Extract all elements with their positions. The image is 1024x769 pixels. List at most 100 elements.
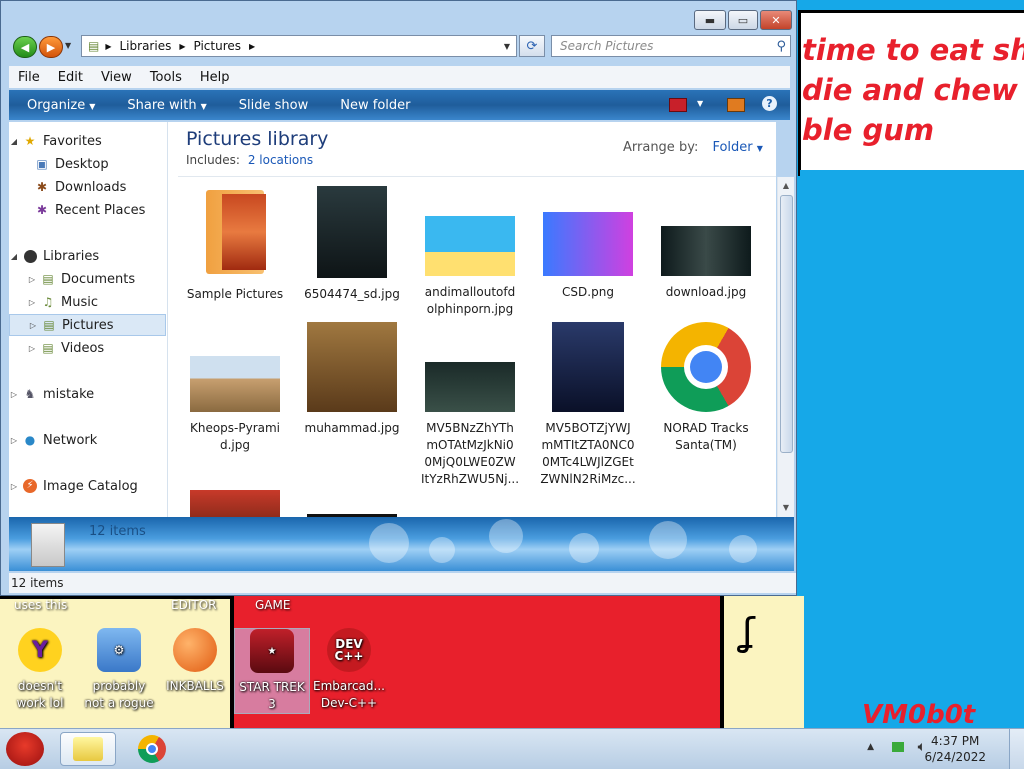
desktop-icon: ▣ (36, 157, 48, 171)
maximize-button[interactable]: ▭ (728, 10, 758, 30)
file-tile[interactable]: CSD.png (529, 186, 647, 301)
image-thumbnail (661, 226, 751, 276)
menu-edit[interactable]: Edit (49, 70, 92, 85)
nav-recent-places[interactable]: ✱ Recent Places (9, 199, 166, 221)
chevron-right-icon[interactable]: ▶ (249, 42, 255, 51)
address-dropdown-icon[interactable]: ▼ (504, 42, 510, 51)
slide-show-button[interactable]: Slide show (221, 98, 322, 113)
start-button[interactable] (2, 730, 52, 768)
show-desktop-button[interactable] (1009, 729, 1024, 769)
nav-network[interactable]: ▷ ● Network (9, 429, 166, 451)
taskbar-chrome[interactable] (124, 732, 180, 766)
change-view-icon[interactable] (669, 98, 687, 112)
includes-label: Includes: (186, 153, 240, 167)
expand-arrow-icon[interactable]: ▷ (27, 344, 37, 353)
address-bar[interactable]: ▤ ▶ Libraries ▶ Pictures ▶ ▼ (81, 35, 517, 57)
file-tile[interactable] (176, 490, 294, 517)
breadcrumb-libraries[interactable]: Libraries (120, 39, 172, 53)
share-with-button[interactable]: Share with ▼ (109, 98, 220, 113)
help-icon[interactable]: ? (762, 96, 777, 111)
search-icon[interactable]: ⚲ (776, 37, 786, 57)
scroll-up-icon[interactable]: ▲ (779, 179, 793, 193)
close-button[interactable]: ✕ (760, 10, 792, 30)
expand-arrow-icon[interactable]: ▷ (28, 321, 38, 330)
arrange-dropdown[interactable]: Folder ▼ (712, 140, 762, 155)
search-input[interactable]: Search Pictures ⚲ (551, 35, 791, 57)
title-bar[interactable]: ▬ ▭ ✕ (1, 1, 796, 31)
expand-arrow-icon[interactable]: ▷ (27, 298, 37, 307)
preview-pane-icon[interactable] (727, 98, 745, 112)
menu-view[interactable]: View (92, 70, 141, 85)
nav-pictures[interactable]: ▷ ▤ Pictures (9, 314, 166, 336)
navigation-pane: ◢ ★ Favorites ▣ Desktop ✱ Downloads ✱ Re… (9, 122, 168, 517)
file-tile[interactable]: Sample Pictures (176, 186, 294, 303)
expand-arrow-icon[interactable]: ▷ (9, 390, 19, 399)
desktop-icon-label: Embarcad... Dev-C++ (313, 679, 385, 710)
vertical-scrollbar[interactable]: ▲ ▼ (777, 177, 794, 517)
file-name: andimalloutofd olphinporn.jpg (424, 285, 516, 316)
expand-arrow-icon[interactable]: ▷ (9, 482, 19, 491)
file-tile[interactable]: download.jpg (647, 186, 765, 301)
desktop-icon-inkball[interactable]: INKBALLS (158, 628, 232, 695)
desktop-icon-star-trek[interactable]: ★ STAR TREK 3 (234, 628, 310, 714)
expand-arrow-icon[interactable]: ▷ (27, 275, 37, 284)
recent-pages-icon[interactable]: ▼ (65, 41, 71, 50)
nav-favorites-label: Favorites (43, 133, 102, 149)
desktop-label-partial: GAME (255, 598, 291, 612)
menu-file[interactable]: File (9, 70, 49, 85)
nav-favorites[interactable]: ◢ ★ Favorites (9, 130, 166, 152)
library-details-icon (31, 523, 65, 567)
wallpaper-signature: VM0b0t (862, 700, 976, 730)
clock[interactable]: 4:37 PM 6/24/2022 (924, 733, 986, 765)
file-tile[interactable]: MV5BNzZhYTh mOTAtMzJkNi0 0MjQ0LWE0ZW ItY… (411, 322, 529, 488)
file-tile[interactable]: NORAD Tracks Santa(TM) (647, 322, 765, 454)
nav-documents[interactable]: ▷ ▤ Documents (9, 268, 166, 290)
nav-music[interactable]: ▷ ♫ Music (9, 291, 166, 313)
desktop-icon-devcpp[interactable]: DEV C++ Embarcad... Dev-C++ (312, 628, 386, 712)
organize-button[interactable]: Organize ▼ (9, 98, 109, 113)
chevron-down-icon: ▼ (200, 101, 207, 111)
taskbar-explorer[interactable] (60, 732, 116, 766)
network-tray-icon[interactable] (892, 742, 904, 752)
menu-tools[interactable]: Tools (141, 70, 191, 85)
expand-arrow-icon[interactable]: ▷ (9, 436, 19, 445)
nav-downloads[interactable]: ✱ Downloads (9, 176, 166, 198)
expand-arrow-icon[interactable]: ◢ (9, 137, 19, 146)
nav-desktop[interactable]: ▣ Desktop (9, 153, 166, 175)
file-name: download.jpg (665, 285, 747, 299)
back-button[interactable]: ◀ (13, 36, 37, 58)
scroll-down-icon[interactable]: ▼ (779, 501, 793, 515)
forward-button[interactable]: ▶ (39, 36, 63, 58)
desktop-icon-yahoo[interactable]: Y doesn't work lol (3, 628, 77, 712)
file-tile[interactable]: Kheops-Pyrami d.jpg (176, 322, 294, 454)
chrome-icon (661, 322, 751, 412)
image-thumbnail (317, 186, 387, 278)
chevron-down-icon[interactable]: ▼ (697, 99, 703, 108)
speech-text: time to eat shit die and chew ble gum (802, 33, 1024, 147)
image-thumbnail (552, 322, 624, 412)
new-folder-button[interactable]: New folder (322, 98, 424, 113)
nav-mistake[interactable]: ▷ ♞ mistake (9, 383, 166, 405)
breadcrumb-pictures[interactable]: Pictures (193, 39, 241, 53)
file-tile[interactable]: 6504474_sd.jpg (293, 186, 411, 303)
show-hidden-icons-icon[interactable]: ▲ (867, 742, 874, 752)
nav-image-catalog[interactable]: ▷ ⚡ Image Catalog (9, 475, 166, 497)
file-tile[interactable]: andimalloutofd olphinporn.jpg (411, 186, 529, 318)
expand-arrow-icon[interactable]: ◢ (9, 252, 19, 261)
menu-help[interactable]: Help (191, 70, 239, 85)
nav-videos[interactable]: ▷ ▤ Videos (9, 337, 166, 359)
desktop-icon-system[interactable]: ⚙ probably not a rogue (82, 628, 156, 712)
nav-mistake-label: mistake (43, 386, 95, 402)
organize-label: Organize (27, 97, 86, 113)
taskbar: ▲ 🔈︎ 4:37 PM 6/24/2022 (0, 728, 1024, 769)
chevron-right-icon[interactable]: ▶ (179, 42, 185, 51)
scrollbar-thumb[interactable] (780, 195, 793, 453)
minimize-button[interactable]: ▬ (694, 10, 726, 30)
file-tile[interactable]: MV5BOTZjYWJ mMTItZTA0NC0 0MTc4LWJlZGEt Z… (529, 322, 647, 488)
locations-link[interactable]: 2 locations (248, 153, 313, 167)
file-tile[interactable]: muhammad.jpg (293, 322, 411, 437)
image-thumbnail (307, 322, 397, 412)
refresh-button[interactable]: ⟳ (519, 35, 545, 57)
file-name: MV5BOTZjYWJ mMTItZTA0NC0 0MTc4LWJlZGEt Z… (540, 421, 636, 486)
nav-libraries[interactable]: ◢ Libraries (9, 245, 166, 267)
